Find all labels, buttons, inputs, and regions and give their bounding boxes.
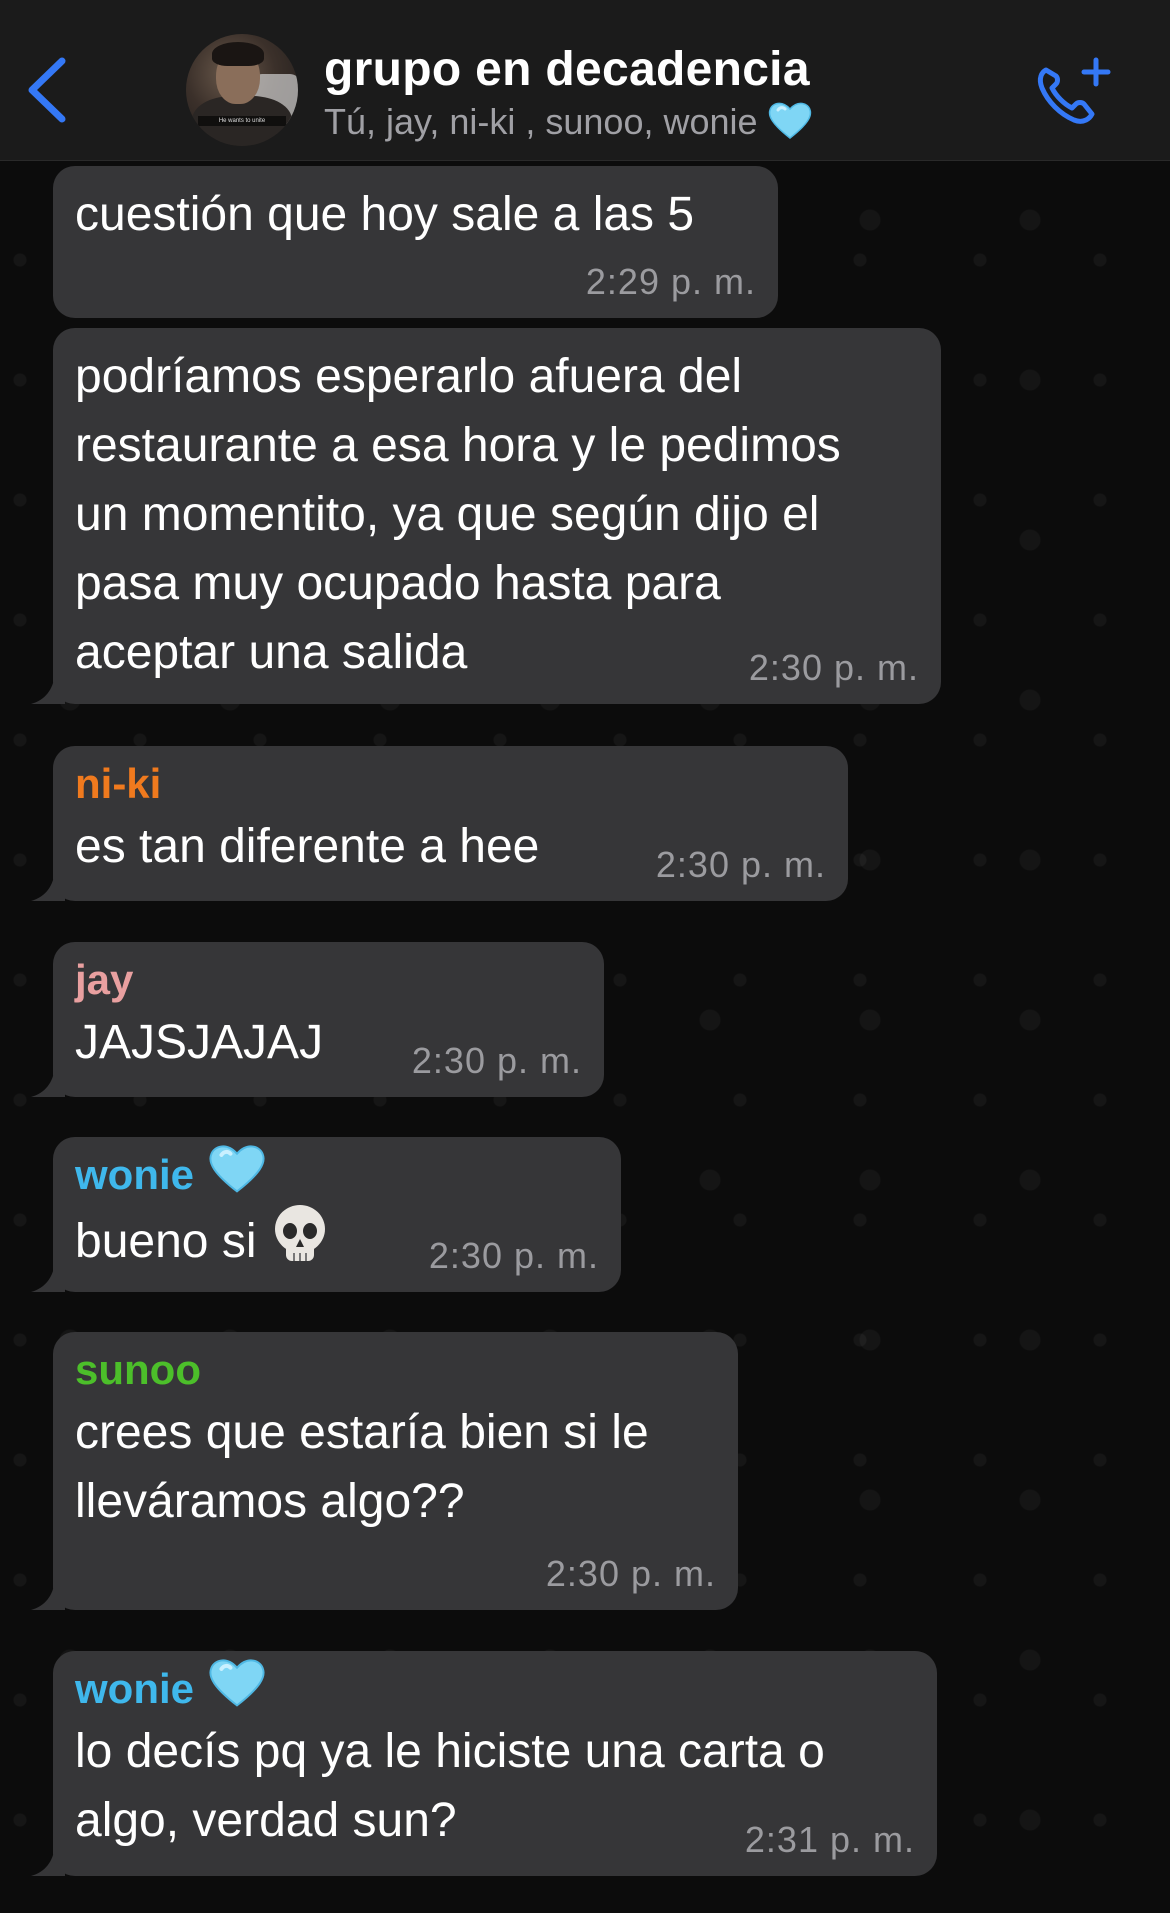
light-blue-heart-icon — [768, 100, 812, 149]
light-blue-heart-icon — [208, 1142, 266, 1208]
bubble-tail — [31, 674, 65, 704]
bubble-tail — [31, 1262, 65, 1292]
add-call-button[interactable] — [1032, 56, 1112, 128]
message-bubble[interactable]: wonie bueno si 2:30 p. m. — [31, 1137, 621, 1292]
sender-label: jay — [75, 956, 134, 1003]
skull-icon — [272, 1203, 328, 1284]
message-time: 2:30 p. m. — [428, 1235, 599, 1276]
sender-name: wonie — [75, 1145, 599, 1203]
participants-text: Tú, jay, ni-ki , sunoo, wonie — [324, 101, 758, 143]
chat-title[interactable]: grupo en decadencia — [324, 42, 810, 97]
bubble-tail — [31, 1067, 65, 1097]
bubble-tail — [31, 1846, 65, 1876]
message-bubble[interactable]: sunoo crees que estaría bien si le llevá… — [31, 1332, 738, 1610]
chat-header: He wants to unite grupo en decadencia Tú… — [0, 0, 1170, 161]
message-bubble[interactable]: podríamos esperarlo afuera del restauran… — [31, 328, 941, 704]
bubble-tail — [31, 871, 65, 901]
message-time: 2:29 p. m. — [585, 261, 756, 302]
sender-label: sunoo — [75, 1346, 201, 1393]
sender-name: sunoo — [75, 1342, 716, 1398]
sender-label: ni-ki — [75, 760, 162, 807]
message-bubble[interactable]: ni-ki es tan diferente a hee 2:30 p. m. — [31, 746, 848, 901]
sender-name: wonie — [75, 1659, 915, 1717]
sender-name: ni-ki — [75, 756, 826, 812]
message-text: crees que estaría bien si le lleváramos … — [75, 1406, 649, 1528]
sender-label: wonie — [75, 1665, 195, 1712]
add-call-icon — [1037, 57, 1111, 124]
message-time: 2:31 p. m. — [744, 1819, 915, 1860]
group-avatar[interactable]: He wants to unite — [186, 34, 298, 146]
chevron-left-icon — [28, 57, 66, 123]
light-blue-heart-icon — [208, 1656, 266, 1722]
message-bubble[interactable]: cuestión que hoy sale a las 5 2:29 p. m. — [53, 166, 778, 318]
message-time: 2:30 p. m. — [748, 647, 919, 688]
chat-participants[interactable]: Tú, jay, ni-ki , sunoo, wonie — [324, 100, 812, 149]
message-text: cuestión que hoy sale a las 5 — [75, 188, 695, 241]
message-time: 2:30 p. m. — [411, 1040, 582, 1081]
message-text: podríamos esperarlo afuera del restauran… — [75, 350, 841, 679]
chat-screen: He wants to unite grupo en decadencia Tú… — [0, 0, 1170, 1913]
sender-label: wonie — [75, 1151, 195, 1198]
avatar-photo-hair — [212, 42, 264, 66]
message-text-content: bueno si — [75, 1215, 257, 1268]
message-time: 2:30 p. m. — [545, 1553, 716, 1594]
bubble-tail — [31, 1580, 65, 1610]
message-bubble[interactable]: jay JAJSJAJAJ 2:30 p. m. — [31, 942, 604, 1097]
avatar-caption: He wants to unite — [198, 116, 286, 126]
sender-name: jay — [75, 952, 582, 1008]
back-button[interactable] — [22, 55, 72, 125]
message-time: 2:30 p. m. — [655, 844, 826, 885]
message-bubble[interactable]: wonie lo decís pq ya le hiciste una cart… — [31, 1651, 937, 1876]
